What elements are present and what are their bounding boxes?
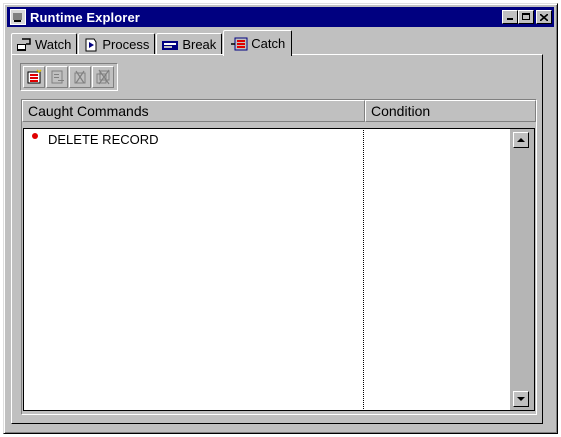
toolbar — [20, 63, 118, 91]
table-header: Caught Commands Condition — [22, 100, 536, 122]
condition-list — [363, 128, 510, 411]
tab-label: Catch — [251, 36, 286, 51]
catch-icon — [231, 37, 248, 50]
arrow-down-icon — [517, 397, 525, 401]
column-header-caught-commands[interactable]: Caught Commands — [22, 100, 365, 122]
caught-commands-table: Caught Commands Condition DELETE RECORD — [21, 99, 537, 415]
delete-catch-icon — [74, 70, 86, 84]
add-catch-button[interactable] — [23, 66, 45, 88]
edit-catch-icon — [51, 70, 64, 84]
minimize-button[interactable] — [502, 10, 518, 24]
table-row[interactable]: DELETE RECORD — [24, 129, 363, 149]
condition-cell[interactable] — [364, 129, 510, 149]
vertical-scrollbar[interactable] — [510, 128, 535, 411]
catch-panel: Caught Commands Condition DELETE RECORD — [11, 54, 543, 424]
window-title: Runtime Explorer — [30, 9, 140, 25]
arrow-up-icon — [517, 138, 525, 142]
tab-label: Watch — [35, 37, 72, 52]
title-bar[interactable]: Runtime Explorer — [7, 7, 554, 27]
close-button[interactable] — [536, 10, 552, 24]
break-icon — [162, 40, 179, 50]
caught-command: DELETE RECORD — [48, 131, 159, 147]
tab-break[interactable]: Break — [156, 33, 223, 55]
scroll-down-button[interactable] — [513, 391, 529, 407]
close-icon — [540, 13, 548, 21]
command-list: DELETE RECORD — [23, 128, 363, 411]
watch-icon — [17, 37, 31, 51]
process-icon — [85, 38, 97, 51]
add-catch-icon — [27, 69, 42, 84]
maximize-button[interactable] — [518, 10, 534, 24]
tab-label: Break — [182, 37, 217, 52]
edit-catch-button[interactable] — [46, 66, 68, 88]
tab-catch[interactable]: Catch — [223, 30, 293, 56]
delete-catch-button[interactable] — [69, 66, 91, 88]
catch-marker-icon — [32, 133, 38, 139]
scroll-up-button[interactable] — [513, 132, 529, 148]
delete-all-catch-button[interactable] — [92, 66, 114, 88]
tab-process[interactable]: Process — [78, 33, 156, 55]
tab-label: Process — [102, 37, 150, 52]
column-header-condition[interactable]: Condition — [365, 100, 536, 122]
runtime-explorer-icon[interactable] — [10, 9, 26, 25]
tab-bar: Watch Process Break Catch — [11, 29, 293, 56]
delete-all-catch-icon — [96, 69, 110, 85]
tab-watch[interactable]: Watch — [11, 33, 78, 55]
